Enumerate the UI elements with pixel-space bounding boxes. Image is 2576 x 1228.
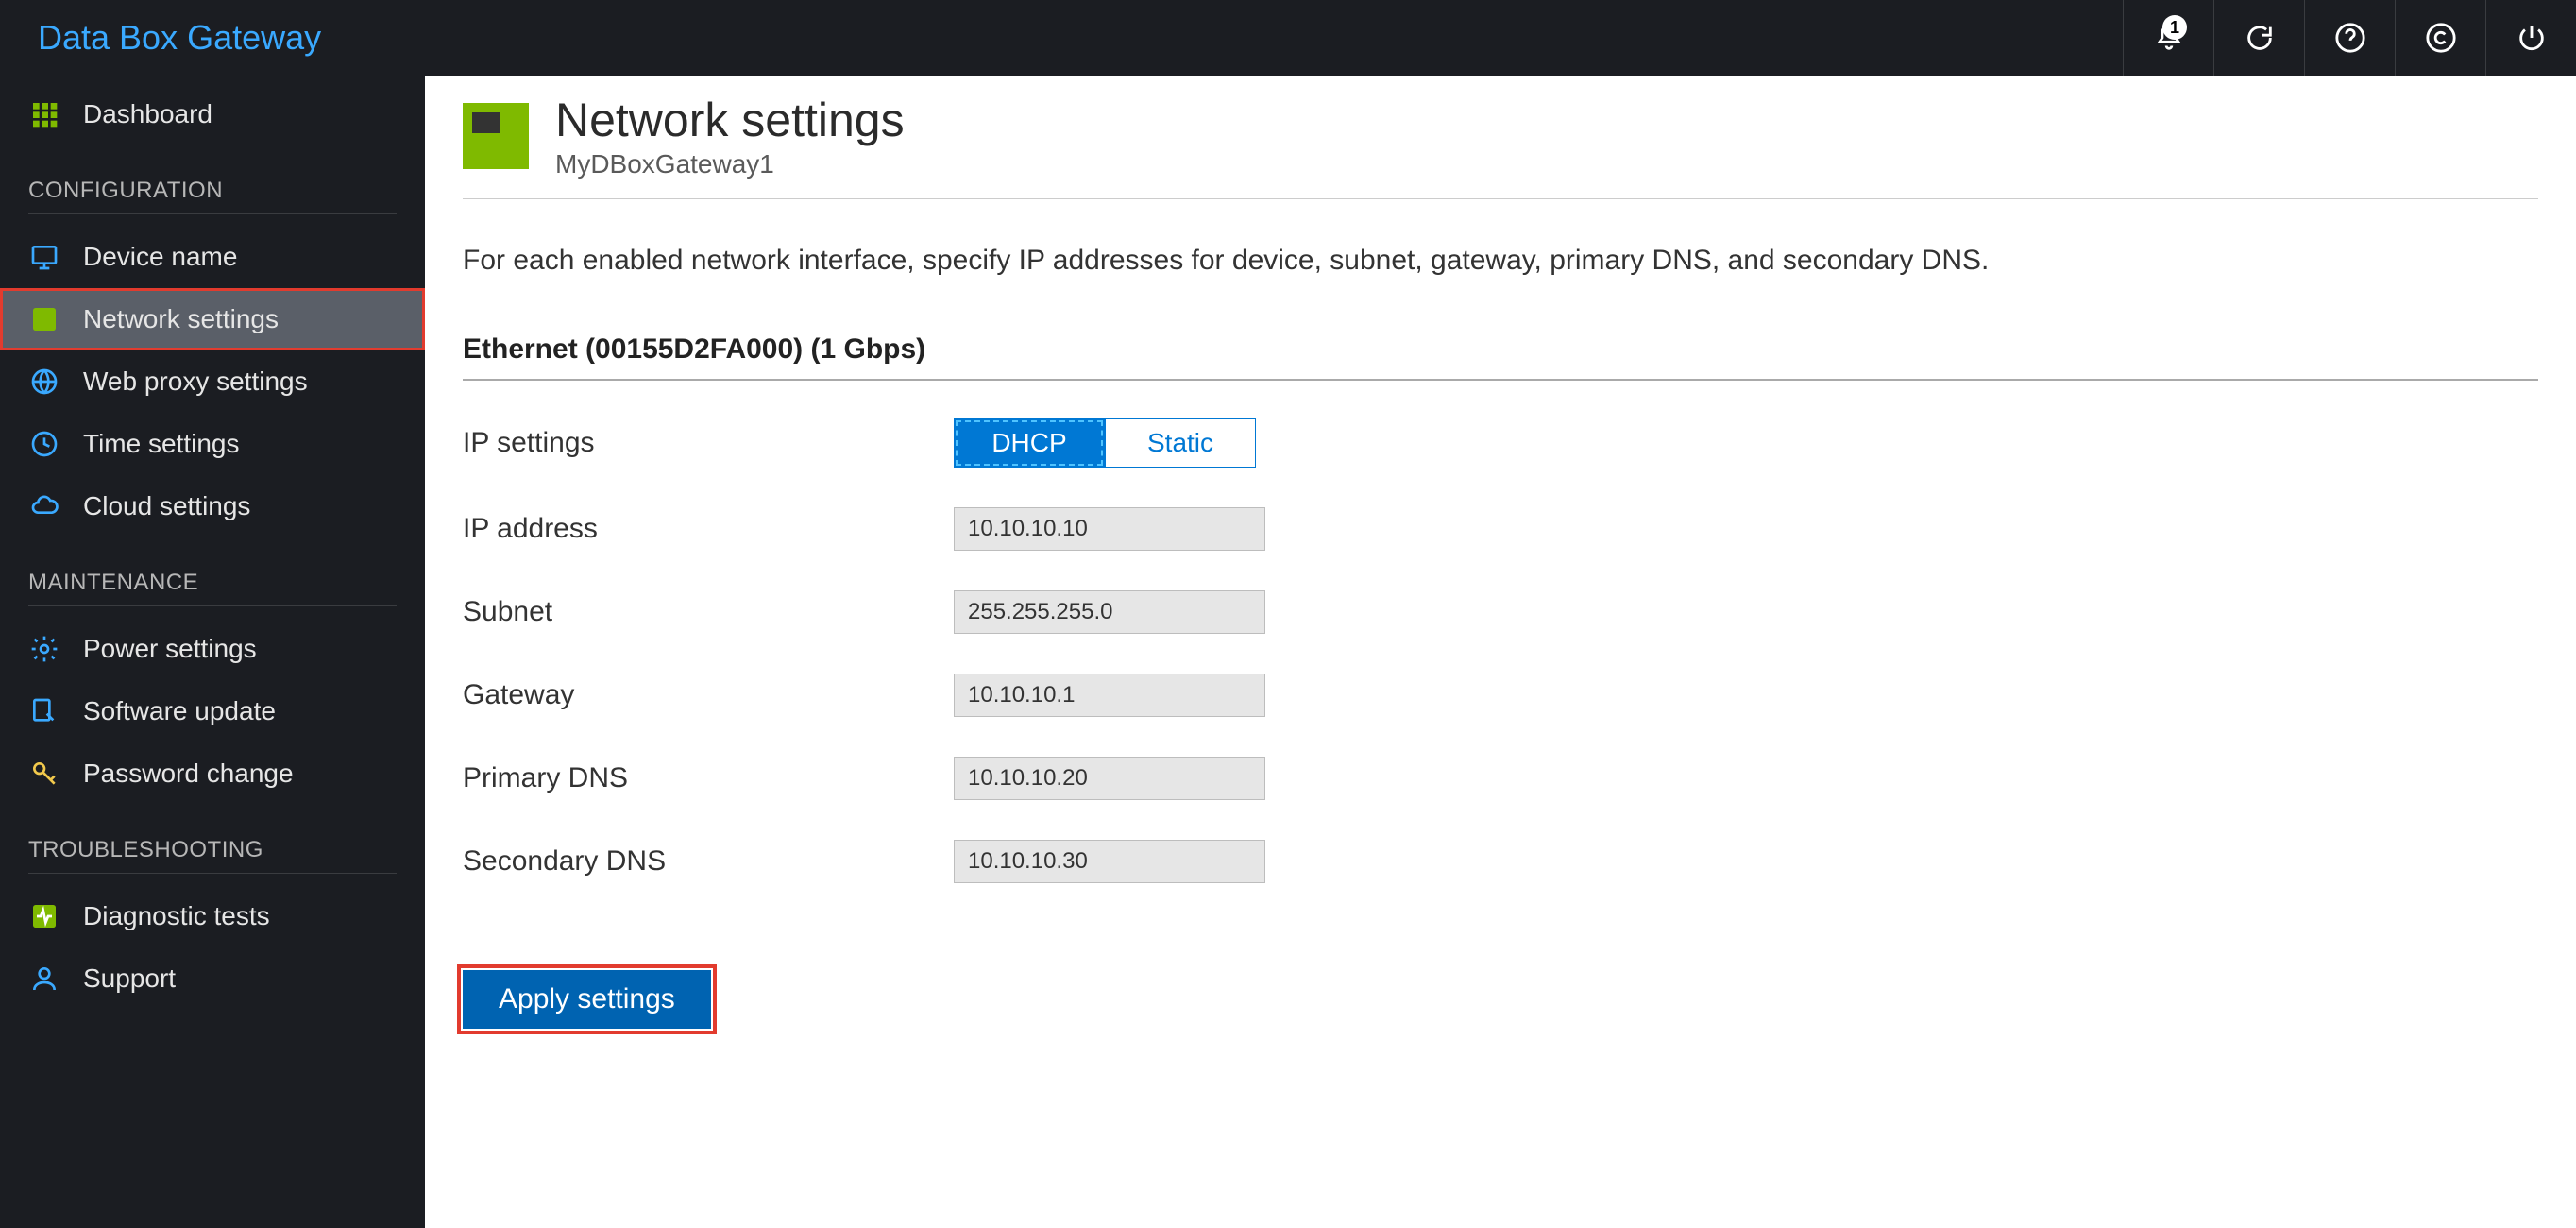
notifications-button[interactable]: 1 (2123, 0, 2213, 76)
help-icon (2334, 22, 2366, 54)
network-settings-icon (463, 103, 529, 169)
sidebar-section-troubleshooting: TROUBLESHOOTING (28, 805, 397, 874)
sidebar-item-device-name[interactable]: Device name (0, 226, 425, 288)
sidebar-item-label: Device name (83, 242, 237, 272)
row-gateway: Gateway 10.10.10.1 (463, 674, 2538, 717)
input-gateway: 10.10.10.1 (954, 674, 1265, 717)
toggle-static[interactable]: Static (1105, 418, 1256, 468)
main-content: Network settings MyDBoxGateway1 For each… (425, 76, 2576, 1228)
topbar: Data Box Gateway 1 (0, 0, 2576, 76)
sidebar-item-label: Cloud settings (83, 491, 250, 521)
row-primary-dns: Primary DNS 10.10.10.20 (463, 757, 2538, 800)
input-ip-address: 10.10.10.10 (954, 507, 1265, 551)
sidebar-item-label: Time settings (83, 429, 239, 459)
update-icon (28, 695, 60, 727)
sidebar-item-label: Diagnostic tests (83, 901, 270, 931)
sidebar-item-time-settings[interactable]: Time settings (0, 413, 425, 475)
sidebar-item-support[interactable]: Support (0, 947, 425, 1010)
sidebar-item-label: Network settings (83, 304, 279, 334)
page-header: Network settings MyDBoxGateway1 (463, 93, 2538, 199)
page-title: Network settings (555, 93, 905, 147)
ip-settings-toggle: DHCP Static (954, 418, 1256, 468)
power-button[interactable] (2485, 0, 2576, 76)
label-subnet: Subnet (463, 596, 954, 628)
refresh-button[interactable] (2213, 0, 2304, 76)
clock-icon (28, 428, 60, 460)
label-secondary-dns: Secondary DNS (463, 845, 954, 878)
refresh-icon (2244, 22, 2276, 54)
sidebar-item-power-settings[interactable]: Power settings (0, 618, 425, 680)
grid-icon (28, 98, 60, 130)
input-secondary-dns: 10.10.10.30 (954, 840, 1265, 883)
label-ip-settings: IP settings (463, 427, 954, 459)
globe-icon (28, 366, 60, 398)
key-icon (28, 758, 60, 790)
cloud-icon (28, 490, 60, 522)
sidebar-item-password-change[interactable]: Password change (0, 742, 425, 805)
copyright-button[interactable] (2395, 0, 2485, 76)
sidebar-item-label: Power settings (83, 634, 257, 664)
row-secondary-dns: Secondary DNS 10.10.10.30 (463, 840, 2538, 883)
label-ip-address: IP address (463, 513, 954, 545)
apply-settings-button[interactable]: Apply settings (463, 970, 711, 1029)
brand-title: Data Box Gateway (38, 18, 321, 58)
person-icon (28, 963, 60, 995)
sidebar-item-label: Password change (83, 759, 294, 789)
gear-icon (28, 633, 60, 665)
sidebar-item-label: Web proxy settings (83, 367, 308, 397)
notification-badge: 1 (2162, 15, 2187, 40)
row-ip-address: IP address 10.10.10.10 (463, 507, 2538, 551)
sidebar-item-web-proxy[interactable]: Web proxy settings (0, 350, 425, 413)
sidebar-item-label: Software update (83, 696, 276, 726)
row-subnet: Subnet 255.255.255.0 (463, 590, 2538, 634)
row-ip-settings: IP settings DHCP Static (463, 418, 2538, 468)
page-description: For each enabled network interface, spec… (463, 245, 2538, 277)
sidebar-item-software-update[interactable]: Software update (0, 680, 425, 742)
copyright-icon (2425, 22, 2457, 54)
topbar-actions: 1 (2123, 0, 2576, 76)
page-subtitle: MyDBoxGateway1 (555, 149, 905, 179)
toggle-dhcp[interactable]: DHCP (954, 418, 1105, 468)
power-icon (2516, 22, 2548, 54)
label-gateway: Gateway (463, 679, 954, 711)
pulse-icon (28, 900, 60, 932)
help-button[interactable] (2304, 0, 2395, 76)
sidebar-item-diagnostic-tests[interactable]: Diagnostic tests (0, 885, 425, 947)
interface-heading: Ethernet (00155D2FA000) (1 Gbps) (463, 333, 2538, 381)
label-primary-dns: Primary DNS (463, 762, 954, 794)
network-icon (28, 303, 60, 335)
sidebar-item-label: Support (83, 964, 176, 994)
monitor-icon (28, 241, 60, 273)
sidebar-section-maintenance: MAINTENANCE (28, 537, 397, 606)
sidebar-item-cloud-settings[interactable]: Cloud settings (0, 475, 425, 537)
sidebar: Dashboard CONFIGURATION Device name Netw… (0, 76, 425, 1228)
sidebar-section-configuration: CONFIGURATION (28, 145, 397, 214)
sidebar-item-dashboard[interactable]: Dashboard (0, 83, 425, 145)
sidebar-item-network-settings[interactable]: Network settings (0, 288, 425, 350)
sidebar-item-label: Dashboard (83, 99, 212, 129)
input-primary-dns: 10.10.10.20 (954, 757, 1265, 800)
input-subnet: 255.255.255.0 (954, 590, 1265, 634)
